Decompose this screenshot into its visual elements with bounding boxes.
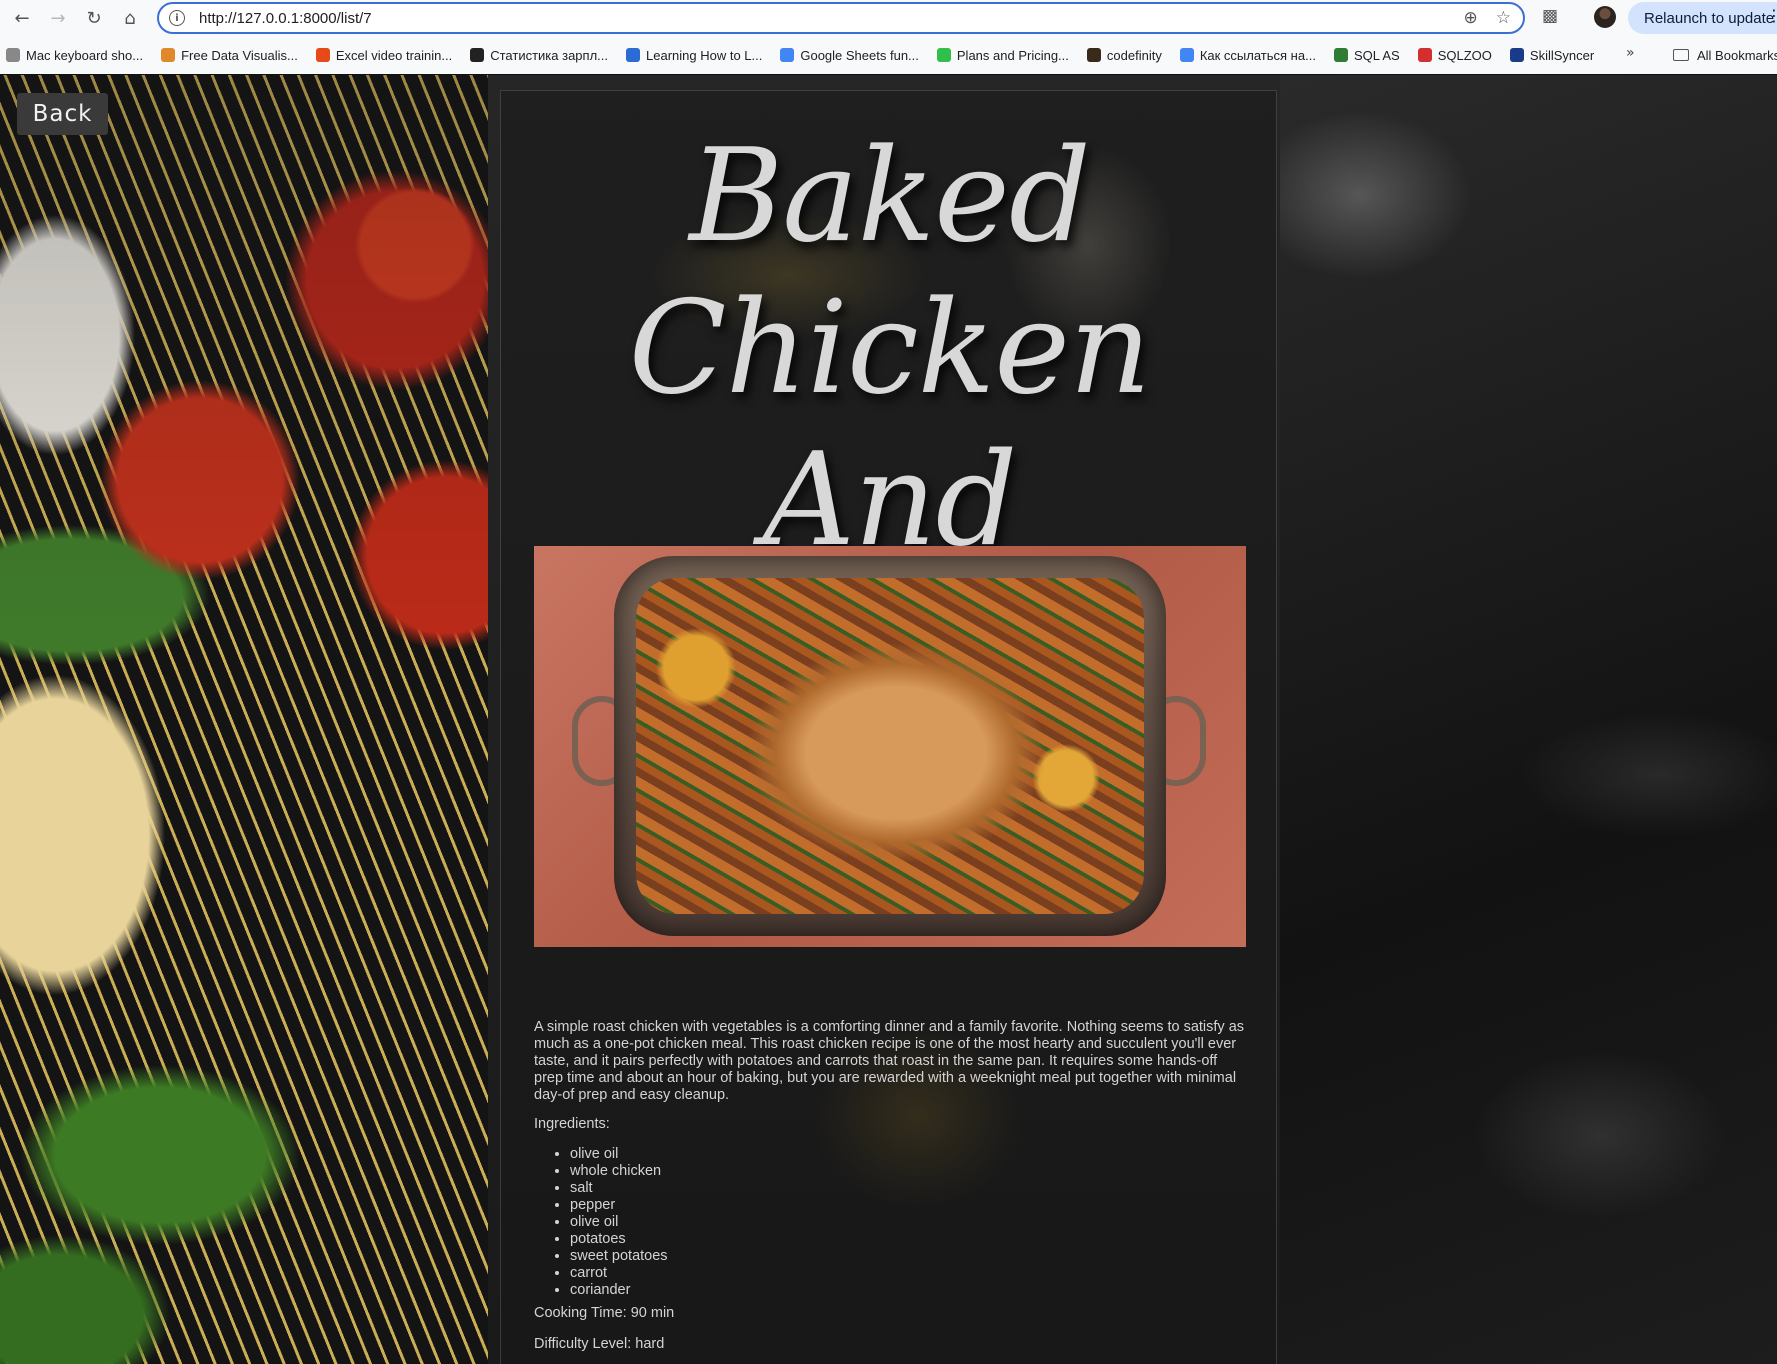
ingredient-item: sweet potatoes — [570, 1248, 668, 1265]
bookmark-star-icon[interactable]: ☆ — [1496, 8, 1511, 28]
bookmark-label: Статистика зарпл... — [490, 47, 608, 63]
address-bar[interactable]: i http://127.0.0.1:8000/list/7 ⊕ ☆ — [157, 2, 1525, 34]
cooking-time: Cooking Time: 90 min — [534, 1305, 675, 1321]
background-slate-image — [1280, 75, 1777, 1364]
bookmark-favicon-icon — [1417, 48, 1432, 62]
site-info-icon[interactable]: i — [169, 10, 185, 26]
difficulty-level: Difficulty Level: hard — [534, 1336, 665, 1352]
bookmark-item[interactable]: SkillSyncer — [1509, 47, 1595, 63]
bookmark-item[interactable]: Learning How to L... — [626, 48, 762, 63]
bookmark-favicon-icon — [1179, 48, 1194, 62]
bookmark-favicon-icon — [315, 48, 330, 62]
bookmark-label: codefinity — [1106, 47, 1162, 63]
ingredient-item: olive oil — [570, 1214, 668, 1231]
page-viewport: Back Baked Chicken And Veggies A simple … — [0, 75, 1777, 1364]
ingredient-item: potatoes — [570, 1231, 668, 1248]
bookmark-label: Google Sheets fun... — [800, 47, 919, 63]
back-arrow-icon[interactable]: ← — [4, 0, 40, 36]
forward-arrow-icon[interactable]: → — [40, 0, 76, 36]
extensions-icon[interactable]: ▩ — [1542, 6, 1564, 28]
recipe-description: A simple roast chicken with vegetables i… — [534, 1019, 1245, 1103]
bookmark-item[interactable]: SQL AS — [1333, 47, 1400, 63]
bookmark-item[interactable]: Mac keyboard sho... — [6, 48, 143, 63]
bookmark-item[interactable]: SQLZOO — [1417, 47, 1492, 63]
bookmark-item[interactable]: Статистика зарпл... — [470, 48, 608, 63]
menu-dots-icon[interactable]: ⋮ — [1766, 6, 1777, 25]
bookmark-favicon-icon — [470, 48, 485, 62]
bookmark-item[interactable]: codefinity — [1086, 47, 1162, 63]
ingredients-heading: Ingredients: — [534, 1116, 610, 1132]
bookmark-item[interactable]: Как ссылаться на... — [1179, 47, 1316, 63]
bookmark-label: Free Data Visualis... — [181, 47, 298, 63]
more-bookmarks-chevron-icon[interactable]: » — [1626, 45, 1635, 61]
background-ingredients-image — [0, 75, 490, 1364]
reload-icon[interactable]: ↻ — [76, 0, 112, 36]
bookmark-item[interactable]: Plans and Pricing... — [936, 47, 1069, 63]
bookmark-item[interactable]: Google Sheets fun... — [780, 48, 919, 63]
ingredient-item: salt — [570, 1180, 668, 1197]
bookmark-item[interactable]: Excel video trainin... — [315, 47, 453, 63]
bookmarks-bar: Mac keyboard sho... Free Data Visualis...… — [0, 36, 1777, 74]
back-button[interactable]: Back — [17, 93, 108, 135]
bookmark-label: SkillSyncer — [1529, 47, 1595, 63]
bookmark-favicon-icon — [1509, 48, 1524, 62]
bookmark-label: Learning How to L... — [646, 47, 763, 63]
bookmark-label: Как ссылаться на... — [1199, 47, 1316, 63]
chicken-and-vegetables — [636, 578, 1144, 914]
ingredient-item: olive oil — [570, 1146, 668, 1163]
bookmark-favicon-icon — [626, 48, 640, 62]
ingredient-item: coriander — [570, 1282, 668, 1299]
recipe-photo — [534, 546, 1246, 947]
profile-avatar-icon[interactable] — [1594, 6, 1616, 28]
bookmark-label: SQLZOO — [1437, 47, 1492, 63]
ingredient-item: carrot — [570, 1265, 668, 1282]
recipe-card: Baked Chicken And Veggies A simple roast… — [500, 90, 1277, 1364]
bookmark-label: Plans and Pricing... — [956, 47, 1069, 63]
bookmark-favicon-icon — [161, 48, 176, 62]
bookmark-favicon-icon — [6, 48, 20, 62]
all-bookmarks-label: All Bookmarks — [1697, 47, 1777, 63]
bookmark-favicon-icon — [1086, 48, 1101, 62]
all-bookmarks-button[interactable]: All Bookmarks — [1673, 36, 1777, 74]
bookmark-favicon-icon — [780, 48, 795, 62]
bookmark-label: Mac keyboard sho... — [26, 47, 144, 63]
ingredient-item: whole chicken — [570, 1163, 668, 1180]
bookmark-label: SQL AS — [1353, 47, 1400, 63]
folder-icon — [1673, 49, 1689, 61]
browser-toolbar: ← → ↻ ⌂ i http://127.0.0.1:8000/list/7 ⊕… — [0, 0, 1777, 36]
bookmark-favicon-icon — [1333, 48, 1348, 62]
relaunch-button[interactable]: Relaunch to update — [1628, 2, 1777, 34]
home-icon[interactable]: ⌂ — [112, 0, 148, 36]
bookmark-label: Excel video trainin... — [335, 47, 453, 63]
roasting-pan — [614, 556, 1166, 936]
bookmark-favicon-icon — [936, 48, 951, 62]
zoom-icon[interactable]: ⊕ — [1464, 8, 1478, 28]
ingredient-item: pepper — [570, 1197, 668, 1214]
address-bar-url[interactable]: http://127.0.0.1:8000/list/7 — [199, 10, 372, 27]
ingredients-list: olive oilwhole chickensaltpepperolive oi… — [570, 1146, 668, 1299]
bookmark-item[interactable]: Free Data Visualis... — [161, 48, 298, 63]
